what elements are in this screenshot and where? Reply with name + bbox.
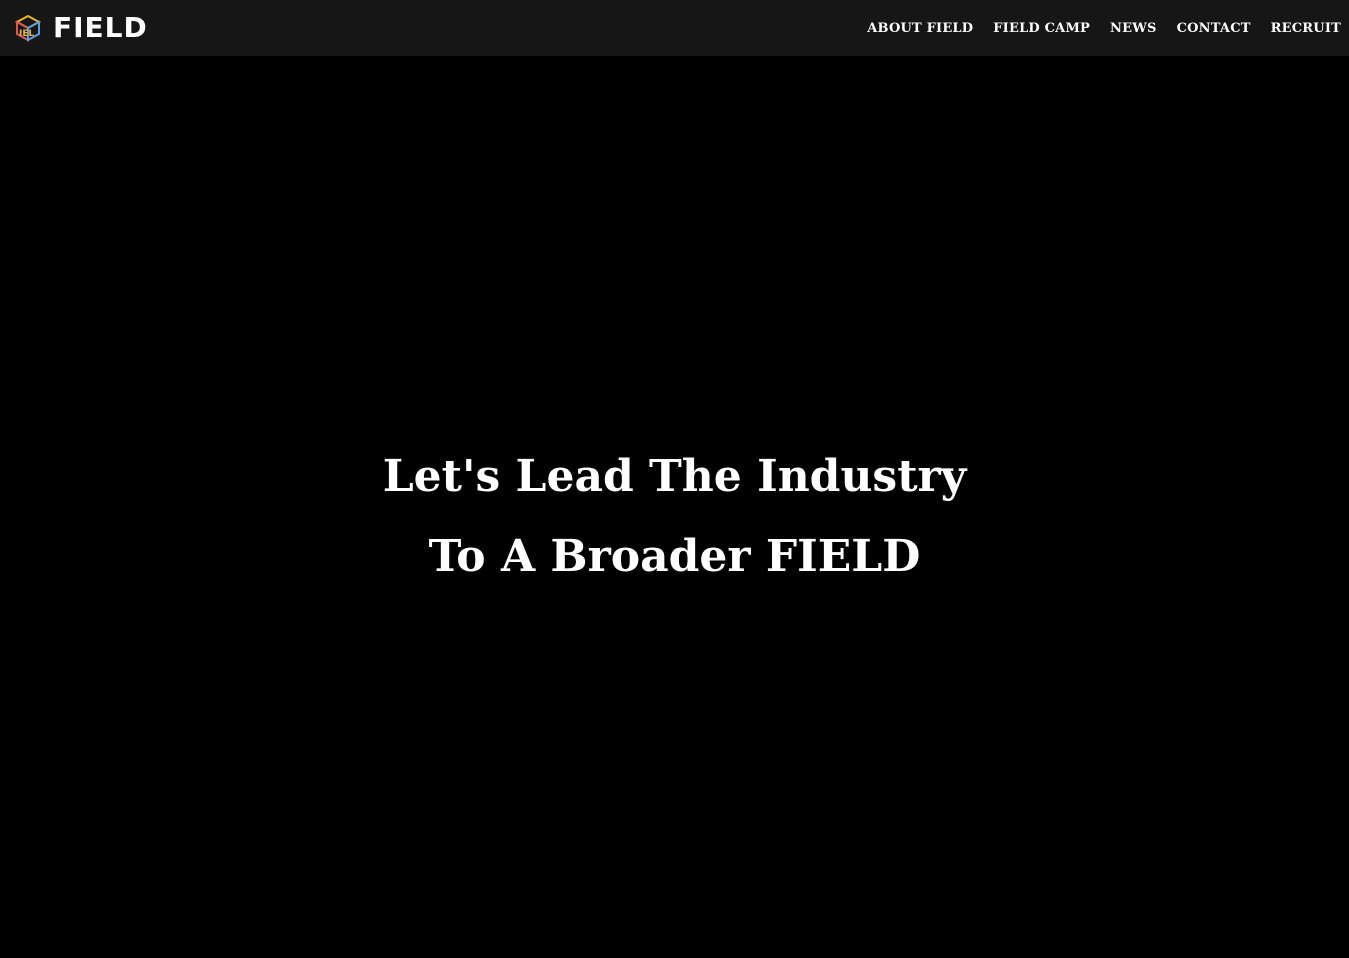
nav-link-about-field[interactable]: ABOUT FIELD [867,21,973,36]
brand-name: FIELD [53,11,148,44]
site-header: IEL FIELD ABOUT FIELD FIELD CAMP NEWS CO… [0,0,1349,56]
nav-link-contact[interactable]: CONTACT [1177,21,1251,36]
nav-link-news[interactable]: NEWS [1110,21,1157,36]
home-logo-link[interactable]: IEL FIELD [14,12,148,44]
main-nav: ABOUT FIELD FIELD CAMP NEWS CONTACT RECR… [847,0,1341,56]
cube-logo-icon: IEL [14,14,42,42]
nav-link-recruit[interactable]: RECRUIT [1271,21,1341,36]
hero-section: Let's Lead The Industry To A Broader FIE… [0,56,1349,958]
logo-mark-letters: IEL [19,29,34,39]
nav-link-field-camp[interactable]: FIELD CAMP [993,21,1090,36]
hero-headline-line-2: To A Broader FIELD [428,531,921,583]
hero-headline-line-1: Let's Lead The Industry [382,451,967,503]
